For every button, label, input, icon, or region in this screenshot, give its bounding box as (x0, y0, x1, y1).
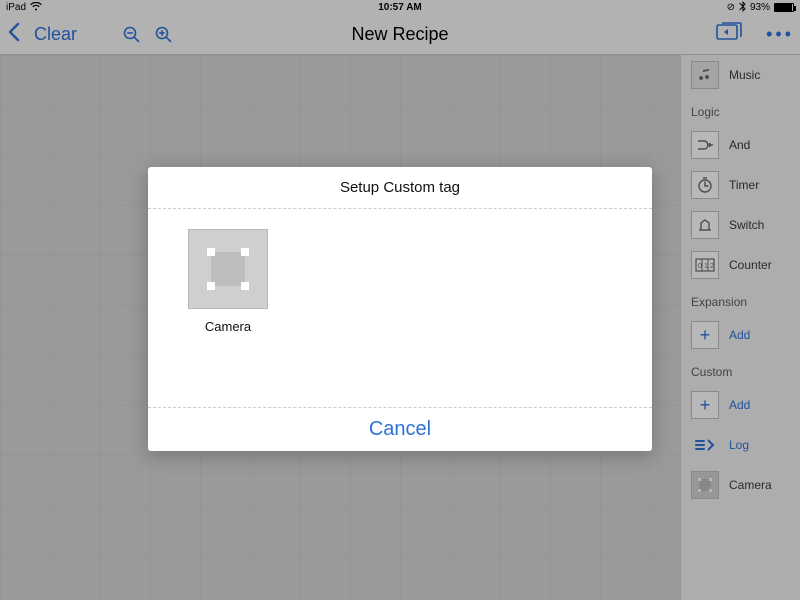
modal-title: Setup Custom tag (148, 167, 652, 208)
setup-custom-tag-modal: Setup Custom tag Camera Cancel (148, 167, 652, 451)
cancel-button[interactable]: Cancel (148, 408, 652, 451)
camera-tag-thumb (188, 229, 268, 309)
custom-tag-camera[interactable]: Camera (188, 229, 268, 334)
tag-label: Camera (188, 309, 268, 334)
